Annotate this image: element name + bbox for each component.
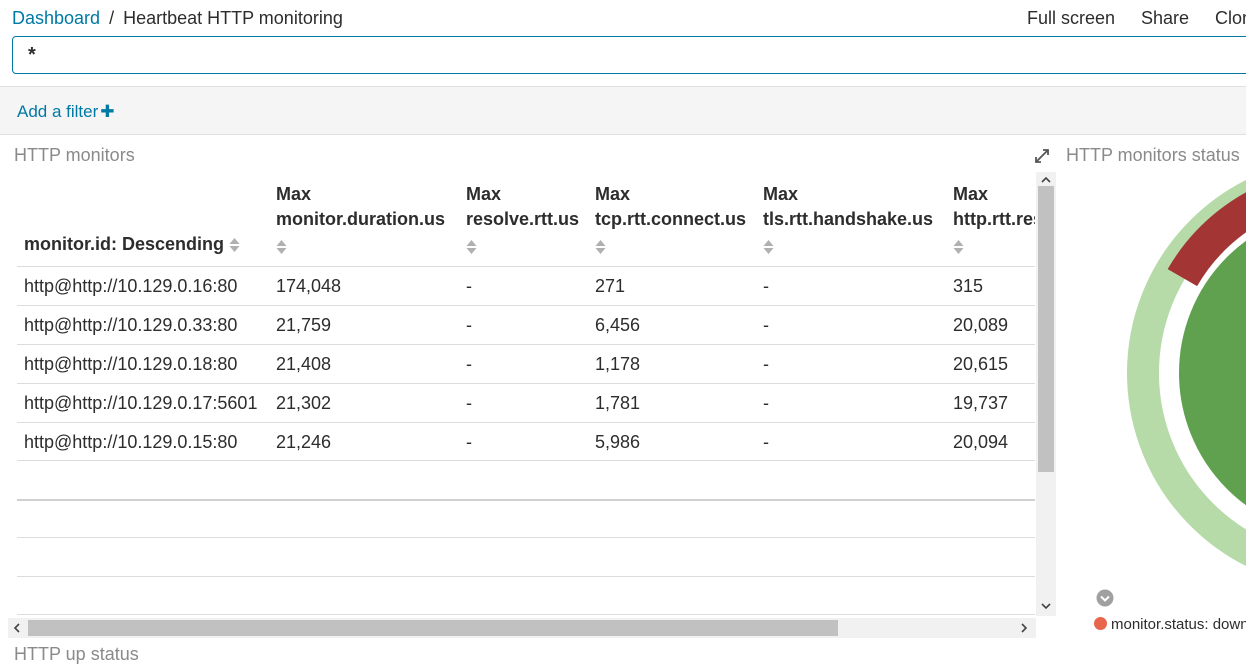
table-divider xyxy=(17,460,1035,461)
table-cell: 6,456 xyxy=(595,315,641,335)
breadcrumb-dashboard-link[interactable]: Dashboard xyxy=(12,8,100,28)
clone-button[interactable]: Clone xyxy=(1215,8,1246,29)
table-cell: - xyxy=(466,393,472,413)
column-header-label: monitor.duration.us xyxy=(276,209,445,229)
table-cell-monitor-id[interactable]: http@http://10.129.0.33:80 xyxy=(24,315,237,336)
full-screen-button[interactable]: Full screen xyxy=(1027,8,1115,29)
table-cell: - xyxy=(763,393,769,413)
sort-icon[interactable] xyxy=(276,239,287,255)
table-cell: 1,781 xyxy=(595,393,641,413)
column-header-label: Max xyxy=(276,184,312,204)
vertical-scrollbar-thumb[interactable] xyxy=(1038,186,1054,472)
table-cell: 1,178 xyxy=(595,354,641,374)
table-row: http@http://10.129.0.17:5601 21,302 - 1,… xyxy=(17,383,1035,422)
scroll-right-arrow-icon[interactable] xyxy=(1018,622,1030,634)
horizontal-scrollbar[interactable] xyxy=(8,618,1036,638)
table-cell: 21,408 xyxy=(276,354,332,374)
scroll-down-arrow-icon[interactable] xyxy=(1040,600,1052,612)
table-cell: 19,737 xyxy=(953,393,1009,413)
table-cell: - xyxy=(466,432,472,452)
query-value: * xyxy=(28,44,36,66)
table-cell: - xyxy=(763,432,769,452)
breadcrumb-separator: / xyxy=(109,8,115,28)
table-cell-monitor-id[interactable]: http@http://10.129.0.15:80 xyxy=(24,432,237,453)
empty-table-row xyxy=(17,499,1035,538)
column-header-label: tcp.rtt.connect.us xyxy=(595,209,747,229)
sort-icon[interactable] xyxy=(466,239,477,255)
table-cell: - xyxy=(466,315,472,335)
sort-icon[interactable] xyxy=(953,239,964,255)
table-cell: 174,048 xyxy=(276,276,342,296)
column-header-monitor-duration[interactable]: Max monitor.duration.us xyxy=(276,182,445,232)
column-header-label: Max xyxy=(595,184,631,204)
sort-icon[interactable] xyxy=(595,239,606,255)
scroll-up-arrow-icon[interactable] xyxy=(1040,174,1052,186)
scroll-left-arrow-icon[interactable] xyxy=(11,622,23,634)
table-cell: - xyxy=(763,276,769,296)
table-divider xyxy=(17,614,1035,615)
column-header-tls-rtt-handshake[interactable]: Max tls.rtt.handshake.us xyxy=(763,182,933,232)
expand-icon[interactable] xyxy=(1034,148,1050,164)
horizontal-scrollbar-thumb[interactable] xyxy=(28,620,838,636)
table-cell: 21,759 xyxy=(276,315,332,335)
share-button[interactable]: Share xyxy=(1141,8,1189,29)
table-cell: - xyxy=(763,354,769,374)
table-cell: - xyxy=(466,276,472,296)
column-header-monitor-id[interactable]: monitor.id: Descending xyxy=(24,232,240,257)
table-cell-monitor-id[interactable]: http@http://10.129.0.16:80 xyxy=(24,276,237,297)
http-monitors-status-panel-title: HTTP monitors status xyxy=(1066,145,1240,165)
plus-icon: ✚ xyxy=(100,102,115,121)
sort-icon[interactable] xyxy=(229,237,240,253)
filter-bar: Add a filter ✚ xyxy=(0,86,1246,135)
table-row: http@http://10.129.0.16:80 174,048 - 271… xyxy=(17,266,1035,305)
column-header-label: Max xyxy=(763,184,799,204)
table-cell: - xyxy=(763,315,769,335)
column-header-label: Max xyxy=(466,184,502,204)
column-header-label: resolve.rtt.us xyxy=(466,209,580,229)
table-row: http@http://10.129.0.33:80 21,759 - 6,45… xyxy=(17,305,1035,344)
column-header-tcp-rtt-connect[interactable]: Max tcp.rtt.connect.us xyxy=(595,182,746,232)
table-cell-monitor-id[interactable]: http@http://10.129.0.17:5601 xyxy=(24,393,257,414)
column-header-http-rtt-response-header[interactable]: Max http.rtt.response_header.us xyxy=(953,182,1035,232)
page-title: Heartbeat HTTP monitoring xyxy=(123,8,343,28)
table-cell: 20,615 xyxy=(953,354,1009,374)
http-monitors-panel-title: HTTP monitors xyxy=(14,145,135,165)
column-header-label: http.rtt.response_header.us xyxy=(953,209,1035,229)
column-header-label: tls.rtt.handshake.us xyxy=(763,209,934,229)
table-cell: 20,094 xyxy=(953,432,1009,452)
add-filter-label: Add a filter xyxy=(17,102,99,121)
table-cell: 20,089 xyxy=(953,315,1009,335)
table-cell: 315 xyxy=(953,276,984,296)
table-row: http@http://10.129.0.15:80 21,246 - 5,98… xyxy=(17,422,1035,461)
breadcrumb: Dashboard / Heartbeat HTTP monitoring xyxy=(12,8,343,29)
empty-table-row xyxy=(17,537,1035,576)
top-nav: Dashboard / Heartbeat HTTP monitoring Full… xyxy=(0,0,1246,36)
query-input[interactable]: * xyxy=(12,36,1246,74)
monitors-table: monitor.id: Descending Max monitor.durat… xyxy=(17,172,1035,615)
table-cell-monitor-id[interactable]: http@http://10.129.0.18:80 xyxy=(24,354,237,375)
table-cell: 21,302 xyxy=(276,393,332,413)
sort-icon[interactable] xyxy=(763,239,774,255)
table-cell: 21,246 xyxy=(276,432,332,452)
column-header-resolve-rtt[interactable]: Max resolve.rtt.us xyxy=(466,182,579,232)
table-cell: 271 xyxy=(595,276,626,296)
legend-dot-icon xyxy=(1094,617,1107,630)
vertical-scrollbar[interactable] xyxy=(1036,172,1056,616)
chevron-down-icon[interactable] xyxy=(1096,589,1114,607)
add-filter-button[interactable]: Add a filter ✚ xyxy=(17,102,115,122)
table-cell: - xyxy=(466,354,472,374)
empty-table-row xyxy=(17,576,1035,615)
table-row: http@http://10.129.0.18:80 21,408 - 1,17… xyxy=(17,344,1035,383)
column-header-label: Max xyxy=(953,184,989,204)
monitors-status-donut-chart xyxy=(1090,180,1246,580)
legend-label: monitor.status: down xyxy=(1111,616,1246,633)
table-cell: 5,986 xyxy=(595,432,641,452)
column-header-label: monitor.id: Descending xyxy=(24,234,225,254)
legend-item-monitor-status-down[interactable]: monitor.status: down xyxy=(1094,616,1246,633)
http-up-status-panel-title: HTTP up status xyxy=(14,644,139,664)
